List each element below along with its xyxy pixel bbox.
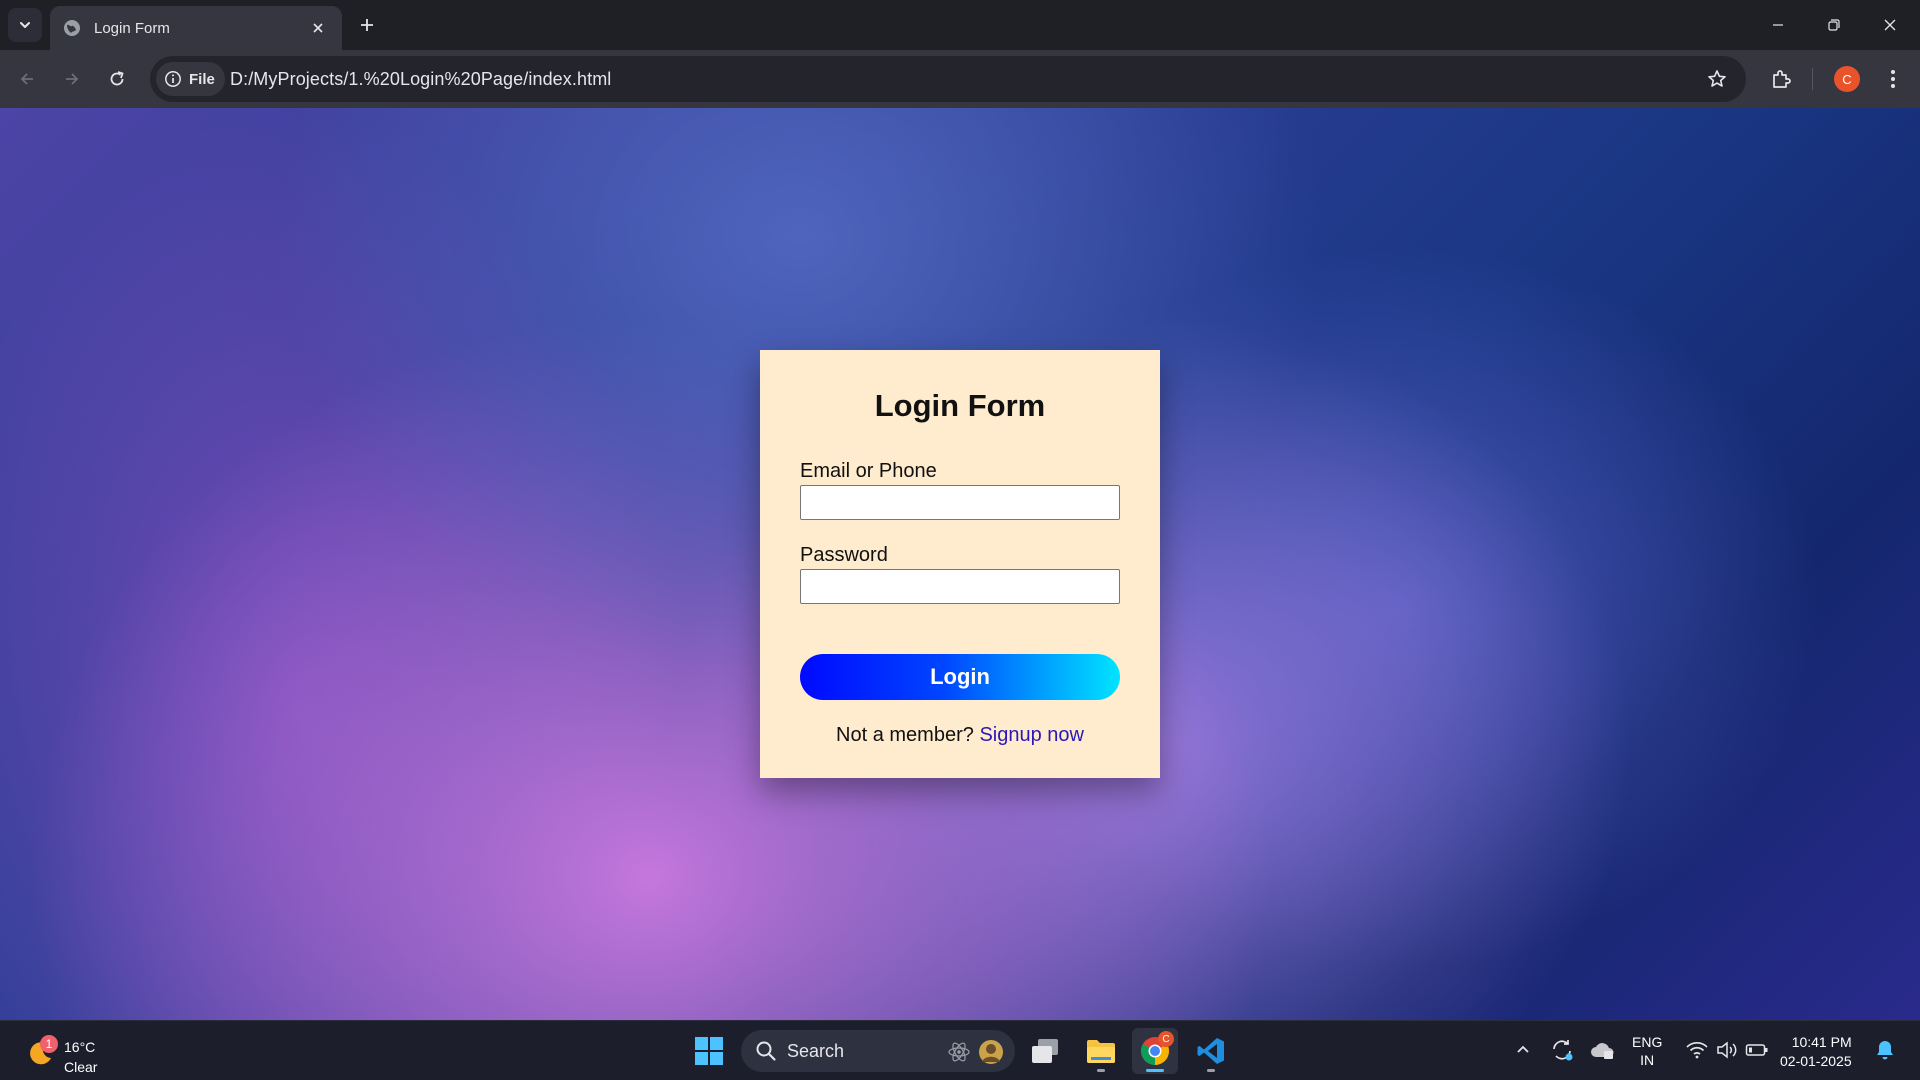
close-icon xyxy=(1884,19,1896,31)
password-input[interactable] xyxy=(800,569,1120,604)
restore-button[interactable] xyxy=(1806,0,1862,50)
login-card: Login Form Email or Phone Password Login… xyxy=(760,350,1160,778)
menu-button[interactable] xyxy=(1876,62,1910,96)
page-viewport: Login Form Email or Phone Password Login… xyxy=(0,108,1920,1020)
reload-icon xyxy=(110,71,124,86)
language-code: ENG xyxy=(1632,1034,1663,1050)
search-label: Search xyxy=(787,1041,845,1061)
site-info-chip[interactable]: File xyxy=(156,62,225,96)
email-label: Email or Phone xyxy=(800,460,937,482)
site-info-label: File xyxy=(189,70,215,88)
wifi-tray-button[interactable] xyxy=(1682,1035,1712,1065)
chrome-taskbar-button[interactable]: C xyxy=(1132,1028,1178,1074)
password-label: Password xyxy=(800,544,888,566)
chevron-down-icon xyxy=(20,22,30,28)
puzzle-icon xyxy=(1773,70,1791,88)
form-title: Login Form xyxy=(874,388,1046,423)
weather-widget[interactable]: 1 16°C Clear xyxy=(22,1029,112,1075)
toolbar-divider xyxy=(1812,68,1813,90)
highlight-figure-icon xyxy=(979,1040,1003,1064)
battery-icon xyxy=(1745,1044,1768,1056)
vscode-taskbar-button[interactable] xyxy=(1188,1028,1234,1074)
profile-avatar: C xyxy=(1834,66,1860,92)
clock-time: 10:41 PM xyxy=(1791,1034,1852,1050)
notifications-button[interactable] xyxy=(1870,1035,1900,1065)
sync-tray-button[interactable] xyxy=(1547,1035,1577,1065)
file-explorer-button[interactable] xyxy=(1078,1028,1124,1074)
bookmark-button[interactable] xyxy=(1704,66,1730,92)
signup-prompt: Not a member? xyxy=(836,724,974,746)
cloud-icon xyxy=(1591,1043,1614,1059)
info-icon xyxy=(165,71,181,87)
profile-button[interactable]: C xyxy=(1830,62,1864,96)
speaker-icon xyxy=(1717,1041,1737,1059)
browser-toolbar: File D:/MyProjects/1.%20Login%20Page/ind… xyxy=(0,50,1920,108)
minimize-button[interactable] xyxy=(1750,0,1806,50)
email-input[interactable] xyxy=(800,485,1120,520)
forward-button[interactable] xyxy=(55,62,89,96)
arrow-right-icon xyxy=(66,73,79,85)
extensions-button[interactable] xyxy=(1764,62,1798,96)
browser-tabstrip: Login Form xyxy=(0,0,1920,50)
bell-icon xyxy=(1877,1041,1893,1060)
plus-icon xyxy=(361,19,373,31)
windows-logo-icon xyxy=(695,1037,723,1065)
windows-taskbar: 1 16°C Clear Search C ENG IN 10:41 PM 02… xyxy=(0,1020,1920,1080)
battery-tray-button[interactable] xyxy=(1742,1035,1772,1065)
vscode-icon xyxy=(1197,1038,1224,1064)
close-tab-icon[interactable] xyxy=(306,16,330,40)
new-tab-button[interactable] xyxy=(352,10,382,40)
active-indicator xyxy=(1146,1069,1164,1072)
tab-search-button[interactable] xyxy=(8,8,42,42)
sync-icon xyxy=(1553,1040,1573,1061)
task-view-button[interactable] xyxy=(1022,1028,1068,1074)
task-view-icon xyxy=(1032,1039,1058,1063)
language-indicator[interactable]: ENG IN xyxy=(1632,1033,1662,1069)
globe-icon xyxy=(62,18,82,38)
chevron-up-icon xyxy=(1517,1045,1529,1053)
taskbar-clock[interactable]: 10:41 PM 02-01-2025 xyxy=(1780,1033,1852,1071)
weather-badge: 1 xyxy=(40,1035,58,1053)
region-code: IN xyxy=(1640,1052,1655,1068)
arrow-left-icon xyxy=(20,73,33,85)
atom-icon xyxy=(948,1042,970,1062)
tab-login-form[interactable]: Login Form xyxy=(50,6,342,50)
running-indicator xyxy=(1097,1069,1105,1072)
chrome-profile-badge: C xyxy=(1158,1031,1174,1047)
volume-tray-button[interactable] xyxy=(1712,1035,1742,1065)
close-window-button[interactable] xyxy=(1862,0,1918,50)
wifi-icon xyxy=(1686,1041,1708,1059)
tab-title: Login Form xyxy=(94,19,170,37)
start-button[interactable] xyxy=(686,1028,732,1074)
search-icon xyxy=(756,1041,776,1061)
kebab-menu-icon xyxy=(1891,70,1895,88)
onedrive-tray-button[interactable] xyxy=(1587,1035,1617,1065)
show-hidden-icons-button[interactable] xyxy=(1508,1035,1538,1065)
running-indicator xyxy=(1207,1069,1215,1072)
back-button[interactable] xyxy=(10,62,44,96)
reload-button[interactable] xyxy=(100,62,134,96)
login-button[interactable]: Login xyxy=(800,654,1120,700)
taskbar-search[interactable]: Search xyxy=(741,1030,1015,1072)
url-text[interactable]: D:/MyProjects/1.%20Login%20Page/index.ht… xyxy=(230,69,611,90)
address-bar[interactable]: File D:/MyProjects/1.%20Login%20Page/ind… xyxy=(150,56,1746,102)
minimize-icon xyxy=(1773,24,1783,26)
weather-condition: Clear xyxy=(64,1059,98,1075)
star-icon xyxy=(1708,70,1726,87)
clock-date: 02-01-2025 xyxy=(1780,1053,1852,1069)
folder-icon xyxy=(1087,1040,1115,1063)
restore-icon xyxy=(1828,19,1840,31)
signup-link[interactable]: Signup now xyxy=(979,724,1084,746)
weather-temp: 16°C xyxy=(64,1039,96,1055)
signup-row: Not a member? Signup now xyxy=(760,724,1160,747)
